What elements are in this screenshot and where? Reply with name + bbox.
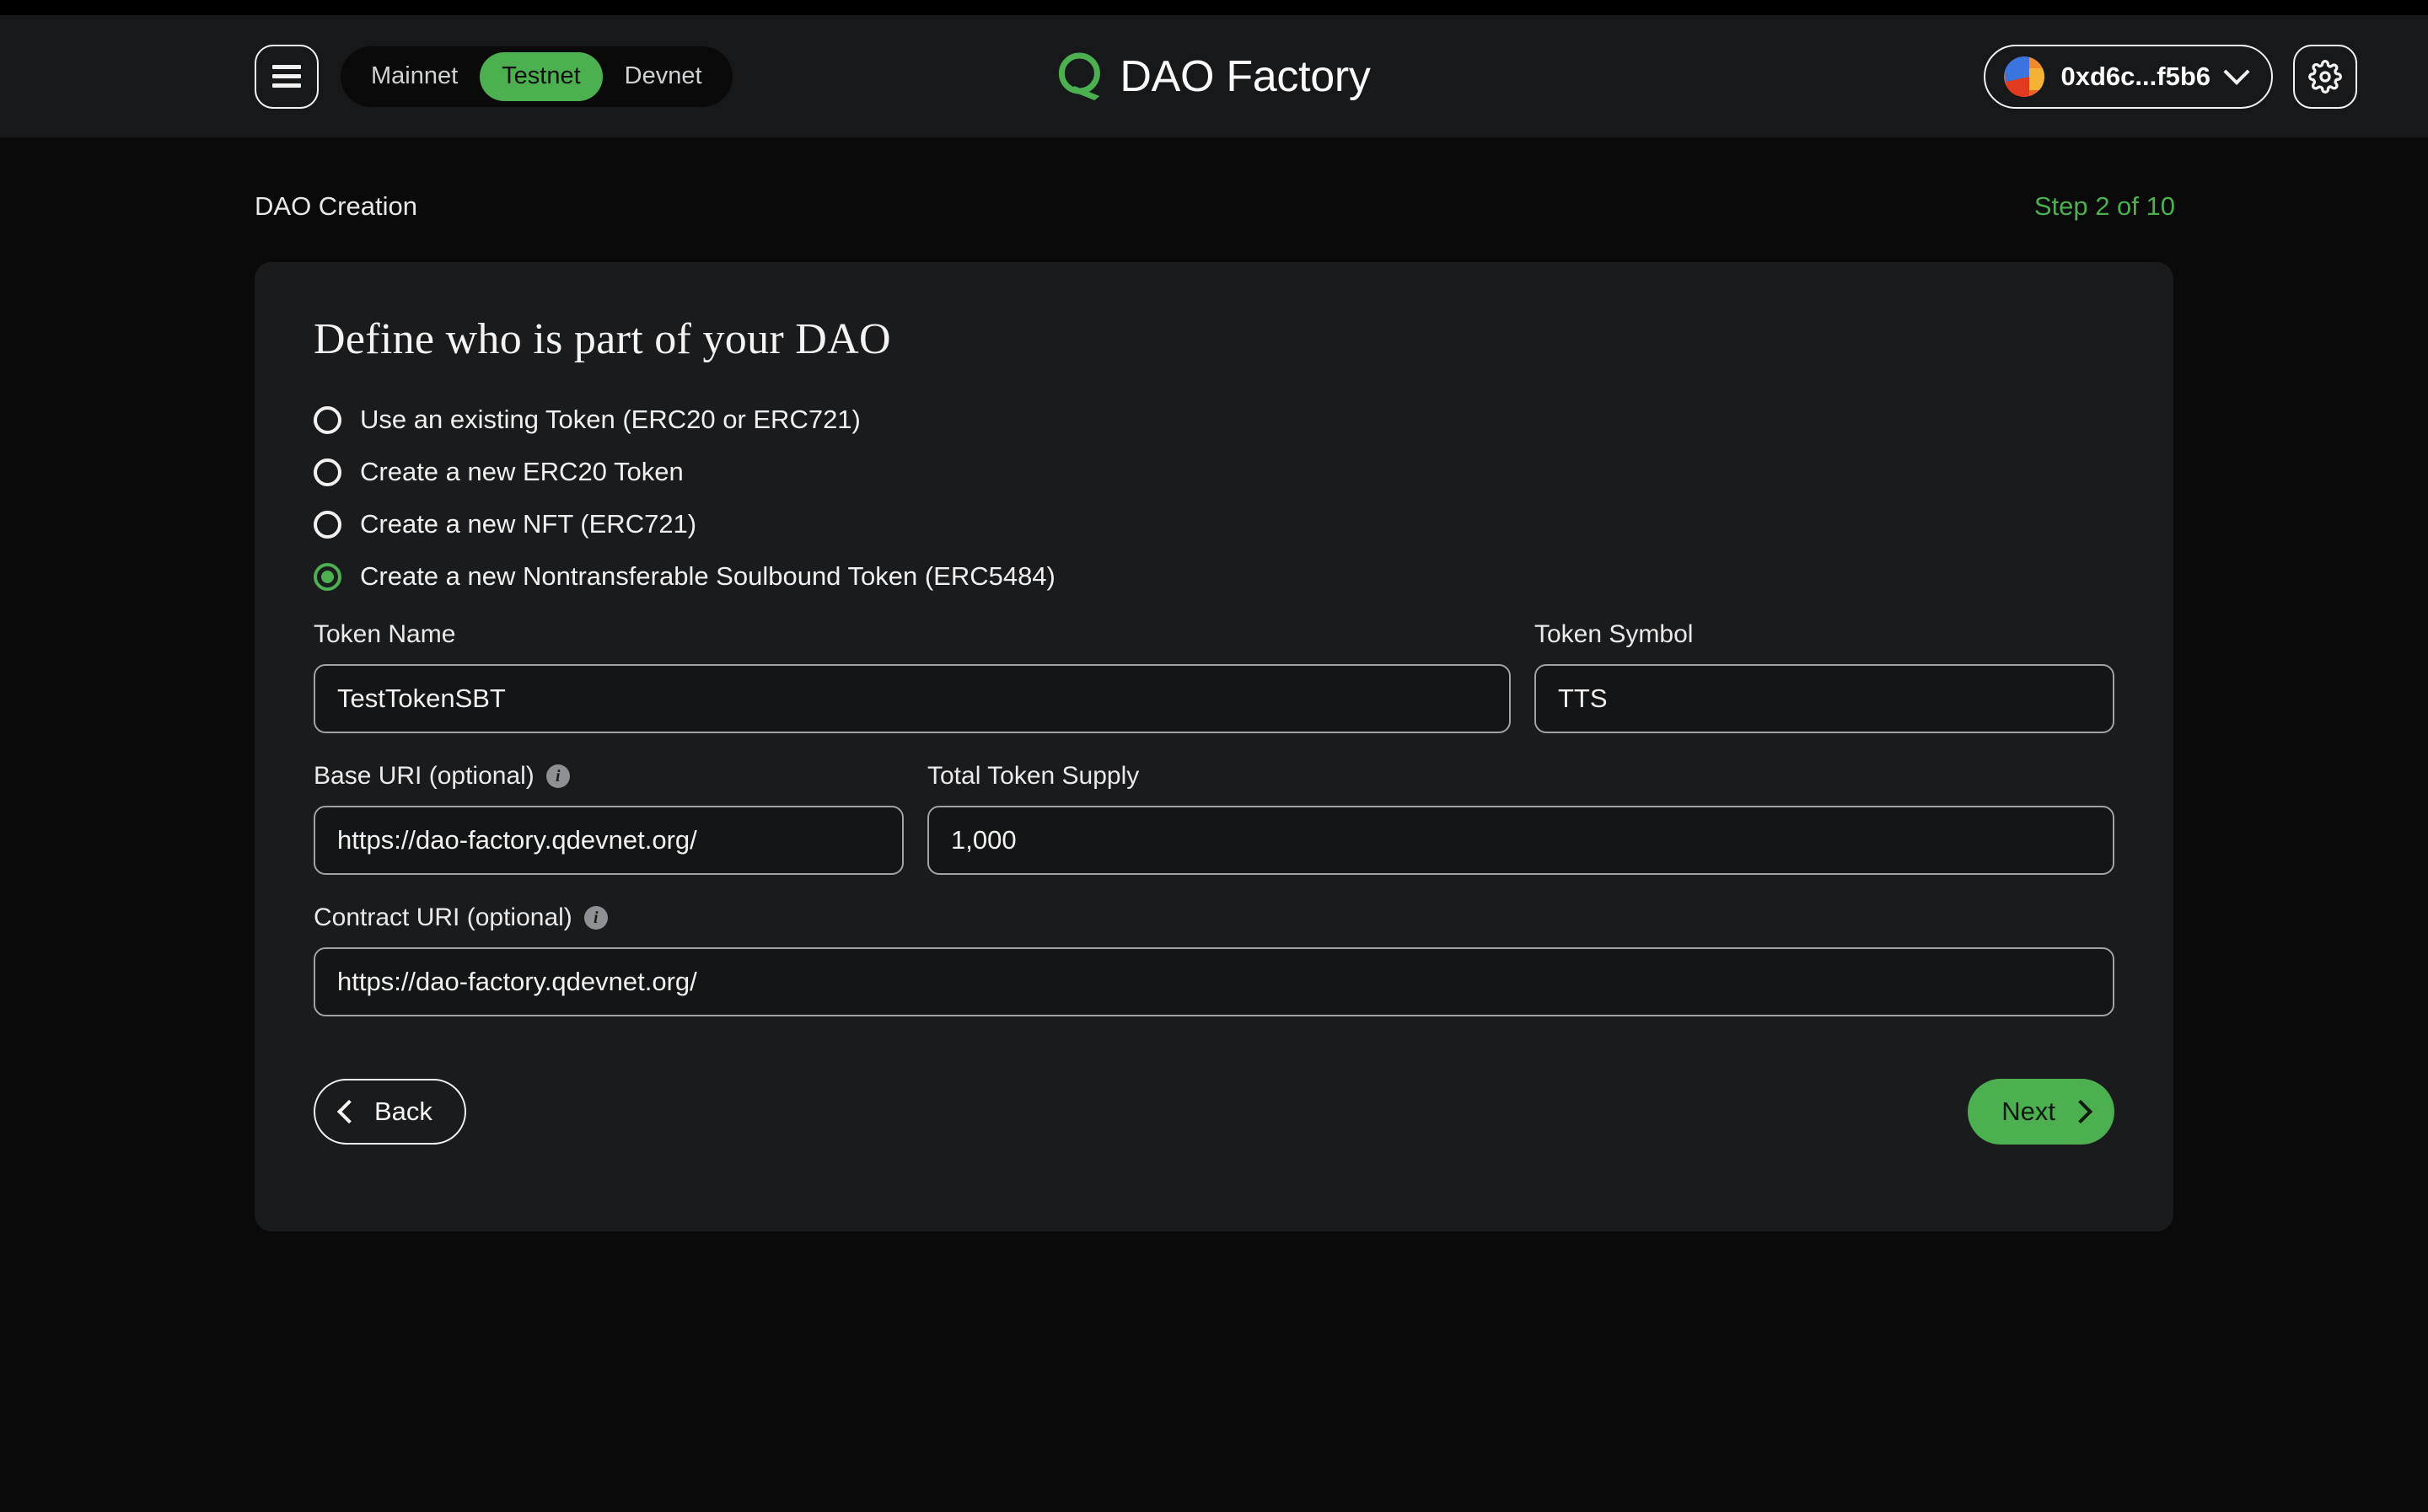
token-name-symbol-row: Token Name Token Symbol bbox=[314, 620, 2114, 733]
radio-icon bbox=[314, 458, 341, 486]
info-icon[interactable]: i bbox=[546, 764, 570, 788]
base-uri-input[interactable] bbox=[314, 806, 904, 875]
settings-button[interactable] bbox=[2293, 45, 2357, 109]
total-supply-input[interactable] bbox=[927, 806, 2114, 875]
back-button[interactable]: Back bbox=[314, 1079, 466, 1145]
network-option-devnet[interactable]: Devnet bbox=[603, 52, 724, 101]
radio-option-existing-token[interactable]: Use an existing Token (ERC20 or ERC721) bbox=[314, 405, 2114, 435]
base-uri-label: Base URI (optional) i bbox=[314, 762, 904, 791]
next-button-label: Next bbox=[2001, 1096, 2055, 1127]
dao-creation-card: Define who is part of your DAO Use an ex… bbox=[255, 262, 2173, 1231]
gear-icon bbox=[2308, 60, 2342, 94]
page-head: DAO Creation Step 2 of 10 bbox=[0, 137, 2428, 222]
contract-uri-field-group: Contract URI (optional) i bbox=[314, 903, 2114, 1016]
network-option-mainnet[interactable]: Mainnet bbox=[349, 52, 480, 101]
app-header: Mainnet Testnet Devnet DAO Factory 0xd6c… bbox=[0, 15, 2428, 137]
info-icon[interactable]: i bbox=[584, 906, 608, 930]
base-uri-label-text: Base URI (optional) bbox=[314, 762, 534, 791]
token-name-field-group: Token Name bbox=[314, 620, 1511, 733]
q-logo-icon bbox=[1057, 51, 1106, 103]
base-uri-field-group: Base URI (optional) i bbox=[314, 762, 904, 875]
radio-option-new-soulbound[interactable]: Create a new Nontransferable Soulbound T… bbox=[314, 561, 2114, 592]
card-title: Define who is part of your DAO bbox=[314, 314, 2114, 364]
next-button[interactable]: Next bbox=[1968, 1079, 2114, 1145]
total-supply-field-group: Total Token Supply bbox=[927, 762, 2114, 875]
window-top-strip bbox=[0, 0, 2428, 15]
header-left-group: Mainnet Testnet Devnet bbox=[255, 45, 733, 109]
radio-icon-selected bbox=[314, 563, 341, 591]
chevron-down-icon bbox=[2223, 58, 2249, 84]
radio-label: Create a new Nontransferable Soulbound T… bbox=[360, 561, 1056, 592]
brand: DAO Factory bbox=[1057, 51, 1370, 103]
radio-option-new-nft[interactable]: Create a new NFT (ERC721) bbox=[314, 509, 2114, 539]
radio-label: Use an existing Token (ERC20 or ERC721) bbox=[360, 405, 861, 435]
chevron-right-icon bbox=[2069, 1100, 2092, 1123]
radio-icon bbox=[314, 511, 341, 539]
token-type-radio-group: Use an existing Token (ERC20 or ERC721) … bbox=[314, 405, 2114, 592]
contract-uri-input[interactable] bbox=[314, 947, 2114, 1016]
token-symbol-input[interactable] bbox=[1534, 664, 2114, 733]
hamburger-menu-button[interactable] bbox=[255, 45, 319, 109]
wallet-avatar-icon bbox=[2004, 56, 2044, 97]
wallet-address: 0xd6c...f5b6 bbox=[2061, 62, 2210, 92]
network-option-testnet[interactable]: Testnet bbox=[480, 52, 603, 101]
base-uri-supply-row: Base URI (optional) i Total Token Supply bbox=[314, 762, 2114, 875]
total-supply-label: Total Token Supply bbox=[927, 762, 2114, 791]
network-toggle[interactable]: Mainnet Testnet Devnet bbox=[341, 46, 733, 107]
header-right-group: 0xd6c...f5b6 bbox=[1984, 45, 2388, 109]
token-symbol-label: Token Symbol bbox=[1534, 620, 2114, 649]
step-indicator: Step 2 of 10 bbox=[2034, 191, 2175, 222]
contract-uri-label-text: Contract URI (optional) bbox=[314, 903, 572, 932]
app-title: DAO Factory bbox=[1120, 51, 1370, 102]
token-symbol-field-group: Token Symbol bbox=[1534, 620, 2114, 733]
breadcrumb: DAO Creation bbox=[255, 191, 417, 222]
radio-label: Create a new ERC20 Token bbox=[360, 457, 684, 487]
contract-uri-label: Contract URI (optional) i bbox=[314, 903, 2114, 932]
hamburger-menu-icon bbox=[272, 65, 301, 88]
token-name-label: Token Name bbox=[314, 620, 1511, 649]
card-footer: Back Next bbox=[314, 1079, 2114, 1145]
page-body: DAO Creation Step 2 of 10 Define who is … bbox=[0, 137, 2428, 1512]
back-button-label: Back bbox=[374, 1096, 432, 1127]
radio-label: Create a new NFT (ERC721) bbox=[360, 509, 696, 539]
radio-option-new-erc20[interactable]: Create a new ERC20 Token bbox=[314, 457, 2114, 487]
wallet-button[interactable]: 0xd6c...f5b6 bbox=[1984, 45, 2273, 109]
radio-icon bbox=[314, 406, 341, 434]
chevron-left-icon bbox=[337, 1100, 361, 1123]
token-name-input[interactable] bbox=[314, 664, 1511, 733]
